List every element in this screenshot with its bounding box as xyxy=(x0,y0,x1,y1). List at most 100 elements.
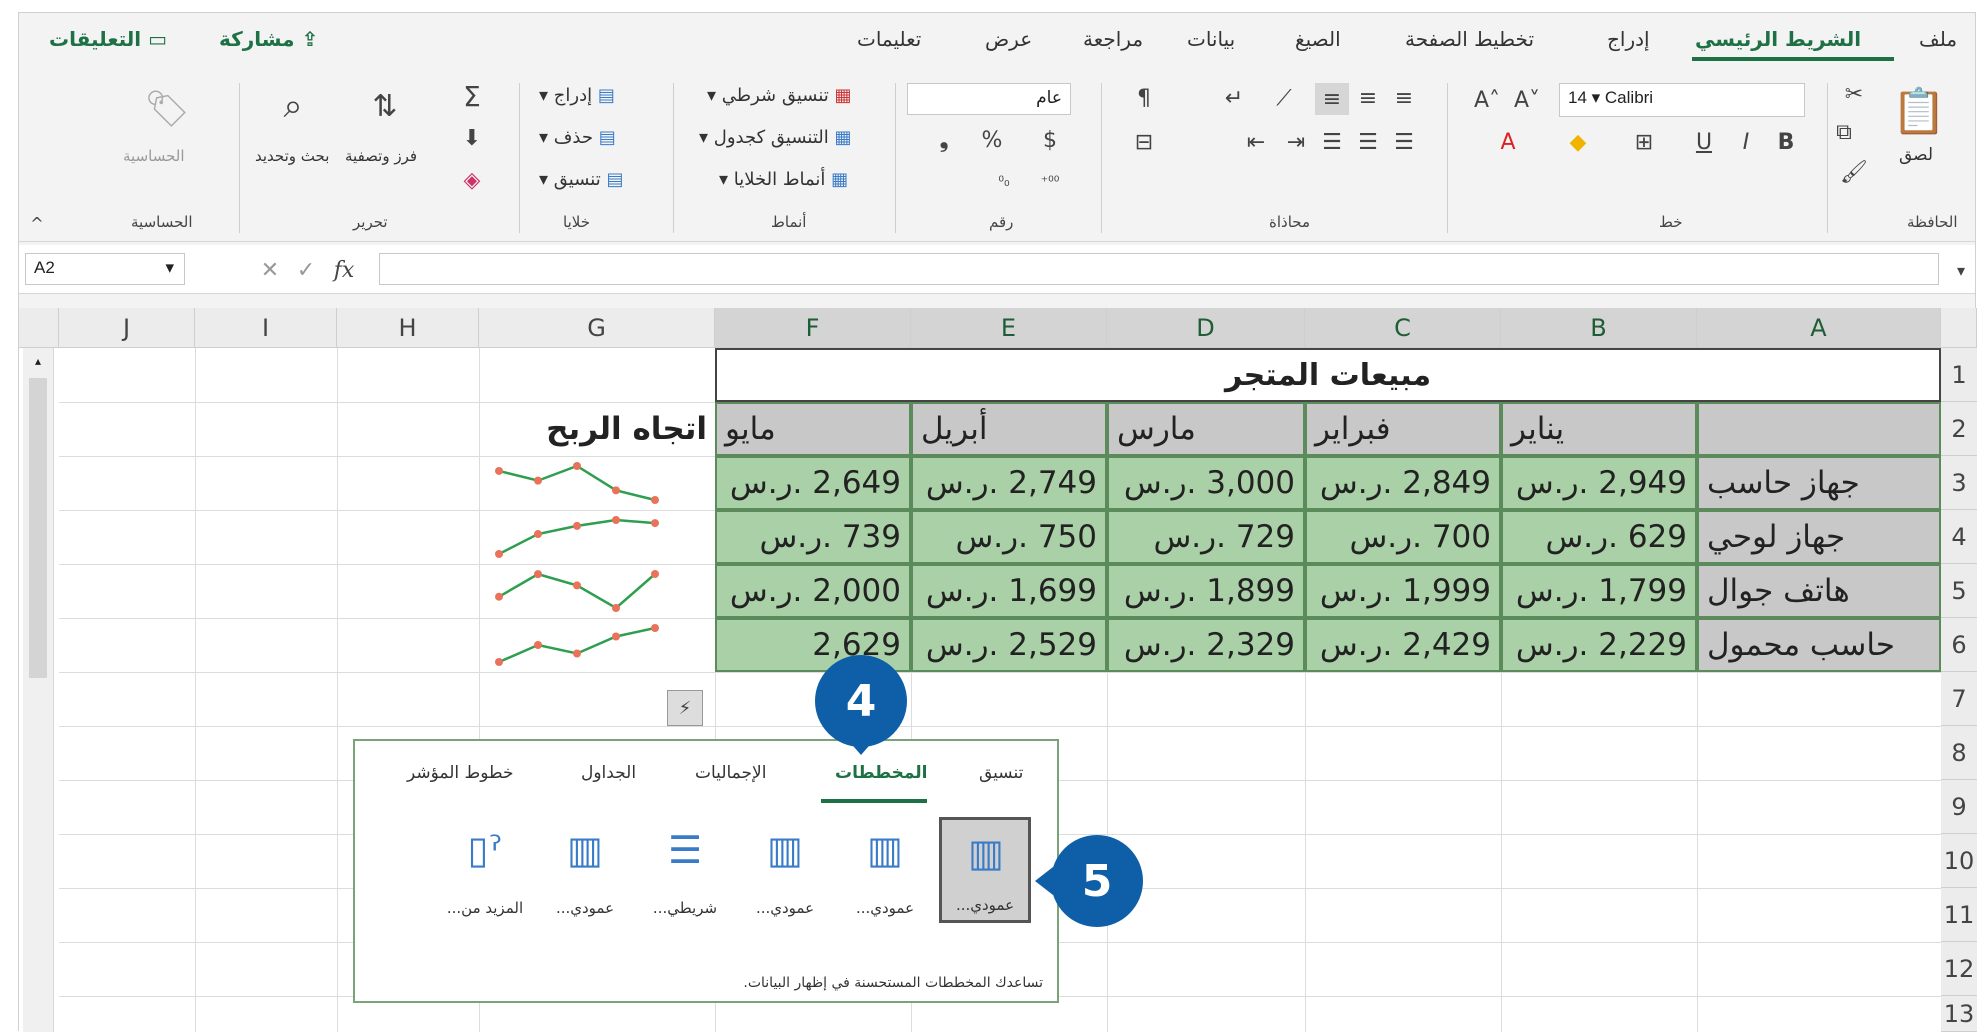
tab-file[interactable]: ملف xyxy=(1919,27,1957,51)
expand-formula-bar-icon[interactable]: ▾ xyxy=(1949,255,1973,285)
row-header-11[interactable]: 11 xyxy=(1941,888,1977,942)
format-as-table-button[interactable]: ▦ التنسيق كجدول ▾ xyxy=(699,127,852,148)
fill-color-icon[interactable]: ◆ xyxy=(1563,127,1593,157)
font-name-box[interactable]: 14 ▾ Calibri xyxy=(1559,83,1805,117)
copy-icon[interactable]: ⧉ xyxy=(1829,117,1859,147)
cut-icon[interactable]: ✂ xyxy=(1839,79,1869,109)
orientation-icon[interactable]: ⟋ xyxy=(1269,83,1299,113)
column-header-G[interactable]: G xyxy=(479,308,715,348)
bold-icon[interactable]: B xyxy=(1771,127,1801,157)
sort-filter-label[interactable]: فرز وتصفية xyxy=(345,147,417,165)
delete-cells-button[interactable]: ▤ حذف ▾ xyxy=(539,127,616,148)
cell-styles-button[interactable]: ▦ أنماط الخلايا ▾ xyxy=(719,169,848,190)
align-center-icon[interactable]: ☰ xyxy=(1353,127,1383,157)
tab-home[interactable]: الشريط الرئيسي xyxy=(1695,27,1861,51)
month-header[interactable]: مارس xyxy=(1107,402,1305,456)
align-middle-icon[interactable]: ≡ xyxy=(1353,83,1383,113)
qa-column-button-2[interactable]: ▥ عمودي... xyxy=(539,817,631,923)
column-header-C[interactable]: C xyxy=(1305,308,1501,348)
column-header-E[interactable]: E xyxy=(911,308,1107,348)
month-header[interactable]: مايو xyxy=(715,402,911,456)
month-header[interactable]: أبريل xyxy=(911,402,1107,456)
sales-value-cell[interactable]: 1,799 .ر.س xyxy=(1501,564,1697,618)
sales-value-cell[interactable]: 1,999 .ر.س xyxy=(1305,564,1501,618)
sales-value-cell[interactable]: 2,000 .ر.س xyxy=(715,564,911,618)
sales-value-cell[interactable]: 729 .ر.س xyxy=(1107,510,1305,564)
row-header-13[interactable]: 13 xyxy=(1941,996,1977,1032)
sales-value-cell[interactable]: 2,749 .ر.س xyxy=(911,456,1107,510)
column-header-J[interactable]: J xyxy=(59,308,195,348)
trend-header[interactable]: اتجاه الربح xyxy=(479,402,715,456)
clear-icon[interactable]: ◈ xyxy=(455,163,489,197)
cell-A2[interactable] xyxy=(1697,402,1941,456)
row-header-7[interactable]: 7 xyxy=(1941,672,1977,726)
row-header-5[interactable]: 5 xyxy=(1941,564,1977,618)
tab-help[interactable]: تعليمات xyxy=(857,27,921,51)
format-cells-button[interactable]: ▤ تنسيق ▾ xyxy=(539,169,623,190)
decrease-font-icon[interactable]: A˅ xyxy=(1509,83,1545,117)
column-header-B[interactable]: B xyxy=(1501,308,1697,348)
sales-value-cell[interactable]: 629 .ر.س xyxy=(1501,510,1697,564)
insert-cells-button[interactable]: ▤ إدراج ▾ xyxy=(539,85,615,106)
text-direction-icon[interactable]: ¶ xyxy=(1129,83,1159,113)
row-header-9[interactable]: 9 xyxy=(1941,780,1977,834)
product-name-cell[interactable]: جهاز حاسب xyxy=(1697,456,1941,510)
select-all-corner[interactable] xyxy=(19,308,59,348)
increase-indent-icon[interactable]: ⇥ xyxy=(1281,127,1311,157)
number-format-box[interactable]: عام xyxy=(907,83,1071,115)
column-header-H[interactable]: H xyxy=(337,308,479,348)
qa-tab-tables[interactable]: الجداول xyxy=(581,763,636,783)
sales-value-cell[interactable]: 750 .ر.س xyxy=(911,510,1107,564)
sales-value-cell[interactable]: 2,949 .ر.س xyxy=(1501,456,1697,510)
scrollbar-thumb[interactable] xyxy=(29,378,47,678)
sales-value-cell[interactable]: 1,699 .ر.س xyxy=(911,564,1107,618)
tab-review[interactable]: مراجعة xyxy=(1083,27,1143,51)
row-header-6[interactable]: 6 xyxy=(1941,618,1977,672)
qa-column-button[interactable]: ▥ عمودي... xyxy=(739,817,831,923)
column-header-F[interactable]: F xyxy=(715,308,911,348)
underline-icon[interactable]: U xyxy=(1689,127,1719,157)
column-header-A[interactable]: A xyxy=(1697,308,1941,348)
fill-icon[interactable]: ⬇ xyxy=(455,121,489,155)
align-left-icon[interactable]: ☰ xyxy=(1317,127,1347,157)
qa-bar-button[interactable]: ☰ شريطي... xyxy=(639,817,731,923)
qa-tab-totals[interactable]: الإجماليات xyxy=(695,763,766,783)
tab-view[interactable]: عرض xyxy=(985,27,1032,51)
qa-tab-charts[interactable]: المخططات xyxy=(835,763,927,783)
sheet-title[interactable]: مبيعات المتجر xyxy=(715,348,1941,402)
qa-clustered-column-button[interactable]: ▥ عمودي... xyxy=(939,817,1031,923)
vertical-scrollbar[interactable]: ▴ xyxy=(23,348,54,1032)
column-header-I[interactable]: I xyxy=(195,308,337,348)
month-header[interactable]: فبراير xyxy=(1305,402,1501,456)
tab-formulas[interactable]: الصيغ xyxy=(1295,27,1341,51)
formula-input[interactable] xyxy=(379,253,1939,285)
tab-data[interactable]: بيانات xyxy=(1187,27,1235,51)
row-header-12[interactable]: 12 xyxy=(1941,942,1977,996)
merge-center-icon[interactable]: ⊟ xyxy=(1129,127,1159,157)
tab-page-layout[interactable]: تخطيط الصفحة xyxy=(1405,27,1534,51)
sales-value-cell[interactable]: 700 .ر.س xyxy=(1305,510,1501,564)
qa-more-charts-button[interactable]: ▯ˀ المزيد من... xyxy=(439,817,531,923)
decrease-indent-icon[interactable]: ⇤ xyxy=(1241,127,1271,157)
collapse-ribbon-icon[interactable]: ^ xyxy=(25,213,49,233)
tab-insert[interactable]: إدراج xyxy=(1607,27,1650,51)
italic-icon[interactable]: I xyxy=(1731,127,1761,157)
sales-value-cell[interactable]: 739 .ر.س xyxy=(715,510,911,564)
sales-value-cell[interactable]: 2,429 .ر.س xyxy=(1305,618,1501,672)
sales-value-cell[interactable]: 2,649 .ر.س xyxy=(715,456,911,510)
comma-style-icon[interactable]: ❟ xyxy=(929,125,959,155)
align-bottom-icon[interactable]: ≡ xyxy=(1315,83,1349,115)
row-header-2[interactable]: 2 xyxy=(1941,402,1977,456)
paste-icon[interactable]: 📋 xyxy=(1889,81,1949,141)
sales-value-cell[interactable]: 3,000 .ر.س xyxy=(1107,456,1305,510)
decrease-decimal-icon[interactable]: ⁰₀ xyxy=(989,167,1019,197)
sales-value-cell[interactable]: 1,899 .ر.س xyxy=(1107,564,1305,618)
sales-value-cell[interactable]: 2,529 .ر.س xyxy=(911,618,1107,672)
comments-button[interactable]: ▭ التعليقات xyxy=(49,27,167,51)
format-painter-icon[interactable]: 🖌 xyxy=(1839,157,1869,187)
qa-tab-sparklines[interactable]: خطوط المؤشر xyxy=(407,763,514,783)
month-header[interactable]: يناير xyxy=(1501,402,1697,456)
insert-function-icon[interactable]: fx xyxy=(329,255,359,285)
qa-tab-formatting[interactable]: تنسيق xyxy=(979,763,1023,783)
borders-icon[interactable]: ⊞ xyxy=(1629,127,1659,157)
